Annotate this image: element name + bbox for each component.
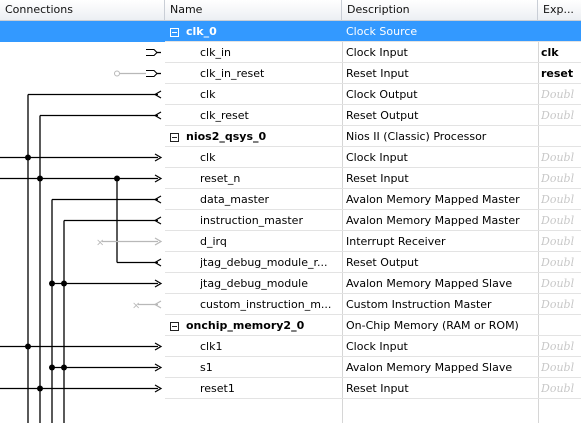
description-cell: Reset Output — [346, 256, 419, 269]
description-cell: Clock Input — [346, 151, 408, 164]
export-cell[interactable]: Doubl — [541, 252, 581, 273]
port-name: jtag_debug_module — [200, 277, 309, 290]
description-cell: Avalon Memory Mapped Slave — [346, 277, 513, 290]
export-cell[interactable]: reset — [541, 63, 581, 84]
description-cell: Clock Input — [346, 46, 408, 59]
not-connected-icon: × — [96, 238, 104, 249]
port-name: jtag_debug_module_r... — [200, 256, 328, 269]
port-name: data_master — [200, 193, 270, 206]
component-label: clk_0 — [186, 25, 217, 38]
description-cell: Interrupt Receiver — [346, 235, 446, 248]
connection-dot — [37, 175, 43, 182]
export-cell[interactable]: Doubl — [541, 84, 581, 105]
description-cell: Reset Input — [346, 172, 409, 185]
column-header-export[interactable]: Exp... — [538, 0, 581, 20]
export-cell[interactable]: Doubl — [541, 210, 581, 231]
row-divider — [165, 398, 581, 399]
system-contents-table: Connections Name Description Exp... clk_… — [0, 0, 581, 423]
column-header-description[interactable]: Description — [342, 0, 538, 20]
description-cell: Reset Input — [346, 67, 409, 80]
description-cell: Nios II (Classic) Processor — [346, 130, 487, 143]
connection-dot — [25, 154, 31, 161]
export-cell[interactable]: Doubl — [541, 189, 581, 210]
description-cell: Avalon Memory Mapped Master — [346, 193, 520, 206]
description-cell: Clock Source — [346, 25, 418, 38]
port-name: clk_reset — [200, 109, 249, 122]
description-cell: Reset Output — [346, 109, 419, 122]
description-cell: Avalon Memory Mapped Slave — [346, 361, 513, 374]
export-cell[interactable]: Doubl — [541, 336, 581, 357]
export-cell[interactable]: Doubl — [541, 273, 581, 294]
open-dot — [114, 70, 120, 77]
export-cell[interactable] — [541, 21, 581, 42]
port-name: custom_instruction_m... — [200, 298, 332, 311]
connections-graph[interactable]: ×× — [0, 21, 165, 423]
description-cell: Custom Instruction Master — [346, 298, 492, 311]
port-name: s1 — [200, 361, 213, 374]
connection-dot — [49, 364, 55, 371]
export-port-icon — [146, 48, 158, 57]
export-cell[interactable]: Doubl — [541, 147, 581, 168]
description-cell: Avalon Memory Mapped Master — [346, 214, 520, 227]
port-name: d_irq — [200, 235, 227, 248]
export-cell[interactable]: Doubl — [541, 357, 581, 378]
collapse-toggle-icon[interactable] — [170, 321, 179, 331]
component-name: clk_0 — [170, 21, 340, 42]
description-cell: Clock Input — [346, 340, 408, 353]
port-name: reset1 — [200, 382, 235, 395]
column-header-connections[interactable]: Connections — [0, 0, 165, 20]
port-name: instruction_master — [200, 214, 303, 227]
connection-dot — [61, 364, 67, 371]
export-cell[interactable]: clk — [541, 42, 581, 63]
not-connected-icon: × — [132, 301, 140, 312]
export-cell[interactable]: Doubl — [541, 168, 581, 189]
export-cell[interactable]: Doubl — [541, 294, 581, 315]
export-cell[interactable]: Doubl — [541, 378, 581, 399]
component-label: nios2_qsys_0 — [186, 130, 267, 143]
description-cell: Clock Output — [346, 88, 418, 101]
connection-dot — [37, 385, 43, 392]
export-port-icon — [146, 69, 158, 78]
export-cell[interactable] — [541, 315, 581, 336]
export-cell[interactable]: Doubl — [541, 105, 581, 126]
port-name: clk — [200, 151, 216, 164]
port-name: clk — [200, 88, 216, 101]
port-name: reset_n — [200, 172, 241, 185]
column-header-name[interactable]: Name — [165, 0, 342, 20]
port-name: clk_in_reset — [200, 67, 265, 80]
connection-dot — [25, 343, 31, 350]
collapse-toggle-icon[interactable] — [170, 132, 179, 142]
description-cell: Reset Input — [346, 382, 409, 395]
component-name: onchip_memory2_0 — [170, 315, 340, 336]
component-name: nios2_qsys_0 — [170, 126, 340, 147]
table-header: Connections Name Description Exp... — [0, 0, 581, 21]
port-name: clk_in — [200, 46, 232, 59]
description-cell: On-Chip Memory (RAM or ROM) — [346, 319, 519, 332]
collapse-toggle-icon[interactable] — [170, 27, 179, 37]
export-cell[interactable] — [541, 126, 581, 147]
component-label: onchip_memory2_0 — [186, 319, 305, 332]
export-cell[interactable]: Doubl — [541, 231, 581, 252]
port-name: clk1 — [200, 340, 223, 353]
